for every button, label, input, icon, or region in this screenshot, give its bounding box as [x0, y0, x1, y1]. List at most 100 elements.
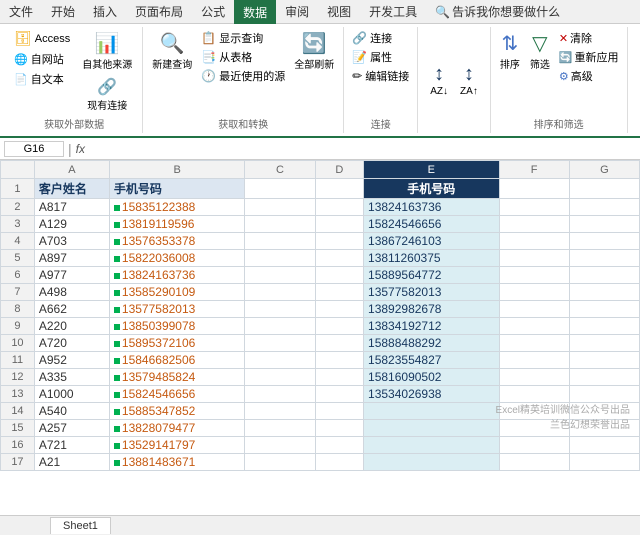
cell-2b[interactable]: 15835122388	[109, 199, 245, 216]
cell-2g[interactable]	[569, 199, 639, 216]
cell-1e[interactable]: 手机号码	[364, 179, 500, 199]
tab-review[interactable]: 审阅	[276, 0, 318, 23]
cell-14b[interactable]: 15885347852	[109, 403, 245, 420]
cell-4b[interactable]: 13576353378	[109, 233, 245, 250]
cell-10e[interactable]: 15888488292	[364, 335, 500, 352]
cell-2d[interactable]	[315, 199, 363, 216]
cell-13d[interactable]	[315, 386, 363, 403]
cell-3c[interactable]	[245, 216, 315, 233]
cell-6d[interactable]	[315, 267, 363, 284]
cell-1c[interactable]	[245, 179, 315, 199]
cell-3f[interactable]	[499, 216, 569, 233]
cell-10b[interactable]: 15895372106	[109, 335, 245, 352]
cell-14f[interactable]	[499, 403, 569, 420]
text-btn[interactable]: 📄 自文本	[12, 70, 72, 88]
cell-7d[interactable]	[315, 284, 363, 301]
tab-formula[interactable]: 公式	[192, 0, 234, 23]
cell-2e[interactable]: 13824163736	[364, 199, 500, 216]
edit-links-btn[interactable]: ✏ 编辑链接	[350, 67, 411, 85]
cell-2c[interactable]	[245, 199, 315, 216]
cell-5b[interactable]: 15822036008	[109, 250, 245, 267]
cell-13f[interactable]	[499, 386, 569, 403]
filter-btn[interactable]: ▽ 筛选	[527, 29, 553, 73]
cell-13c[interactable]	[245, 386, 315, 403]
cell-11b[interactable]: 15846682506	[109, 352, 245, 369]
col-header-e[interactable]: E	[364, 161, 500, 179]
cell-13g[interactable]	[569, 386, 639, 403]
cell-3e[interactable]: 15824546656	[364, 216, 500, 233]
col-header-a[interactable]: A	[34, 161, 109, 179]
cell-1a[interactable]: 客户姓名	[34, 179, 109, 199]
cell-11d[interactable]	[315, 352, 363, 369]
props-btn[interactable]: 📝 属性	[350, 48, 411, 66]
cell-8c[interactable]	[245, 301, 315, 318]
reapply-btn[interactable]: 🔄 重新应用	[557, 48, 621, 66]
cell-4c[interactable]	[245, 233, 315, 250]
formula-input[interactable]	[89, 143, 636, 155]
cell-7a[interactable]: A498	[34, 284, 109, 301]
cell-14e[interactable]	[364, 403, 500, 420]
sort-za-btn[interactable]: ↕ ZA↑	[456, 61, 482, 99]
cell-7e[interactable]: 13577582013	[364, 284, 500, 301]
cell-17d[interactable]	[315, 454, 363, 471]
tab-page-layout[interactable]: 页面布局	[126, 0, 192, 23]
tab-file[interactable]: 文件	[0, 0, 42, 23]
cell-1g[interactable]	[569, 179, 639, 199]
cell-9f[interactable]	[499, 318, 569, 335]
cell-9b[interactable]: 13850399078	[109, 318, 245, 335]
cell-17g[interactable]	[569, 454, 639, 471]
cell-15c[interactable]	[245, 420, 315, 437]
existing-connections-btn[interactable]: 🔗 现有连接	[78, 75, 136, 114]
cell-12c[interactable]	[245, 369, 315, 386]
cell-8a[interactable]: A662	[34, 301, 109, 318]
refresh-all-btn[interactable]: 🔄 全部刷新	[291, 29, 337, 73]
cell-17a[interactable]: A21	[34, 454, 109, 471]
cell-17e[interactable]	[364, 454, 500, 471]
cell-6g[interactable]	[569, 267, 639, 284]
cell-16b[interactable]: 13529141797	[109, 437, 245, 454]
cell-3d[interactable]	[315, 216, 363, 233]
cell-2a[interactable]: A817	[34, 199, 109, 216]
cell-14d[interactable]	[315, 403, 363, 420]
conn-btn[interactable]: 🔗 连接	[350, 29, 411, 47]
cell-16a[interactable]: A721	[34, 437, 109, 454]
cell-15d[interactable]	[315, 420, 363, 437]
cell-14a[interactable]: A540	[34, 403, 109, 420]
cell-12a[interactable]: A335	[34, 369, 109, 386]
tab-insert[interactable]: 插入	[84, 0, 126, 23]
cell-5d[interactable]	[315, 250, 363, 267]
cell-16e[interactable]	[364, 437, 500, 454]
tab-developer[interactable]: 开发工具	[360, 0, 426, 23]
web-btn[interactable]: 🌐 自网站	[12, 50, 72, 68]
cell-9e[interactable]: 13834192712	[364, 318, 500, 335]
cell-4d[interactable]	[315, 233, 363, 250]
cell-17b[interactable]: 13881483671	[109, 454, 245, 471]
cell-4e[interactable]: 13867246103	[364, 233, 500, 250]
cell-9d[interactable]	[315, 318, 363, 335]
tab-view[interactable]: 视图	[318, 0, 360, 23]
cell-4g[interactable]	[569, 233, 639, 250]
cell-7c[interactable]	[245, 284, 315, 301]
cell-6a[interactable]: A977	[34, 267, 109, 284]
cell-11f[interactable]	[499, 352, 569, 369]
new-query-btn[interactable]: 🔍 新建查询	[149, 29, 195, 73]
clear-btn[interactable]: ✕ 清除	[557, 29, 621, 47]
recent-sources-btn[interactable]: 🕐 最近使用的源	[199, 67, 287, 85]
cell-16c[interactable]	[245, 437, 315, 454]
cell-3g[interactable]	[569, 216, 639, 233]
col-header-g[interactable]: G	[569, 161, 639, 179]
cell-15g[interactable]	[569, 420, 639, 437]
cell-5f[interactable]	[499, 250, 569, 267]
cell-10d[interactable]	[315, 335, 363, 352]
cell-7g[interactable]	[569, 284, 639, 301]
cell-4f[interactable]	[499, 233, 569, 250]
cell-2f[interactable]	[499, 199, 569, 216]
cell-12g[interactable]	[569, 369, 639, 386]
cell-5c[interactable]	[245, 250, 315, 267]
cell-1f[interactable]	[499, 179, 569, 199]
col-header-b[interactable]: B	[109, 161, 245, 179]
cell-5a[interactable]: A897	[34, 250, 109, 267]
cell-8b[interactable]: 13577582013	[109, 301, 245, 318]
tab-home[interactable]: 开始	[42, 0, 84, 23]
cell-7b[interactable]: 13585290109	[109, 284, 245, 301]
